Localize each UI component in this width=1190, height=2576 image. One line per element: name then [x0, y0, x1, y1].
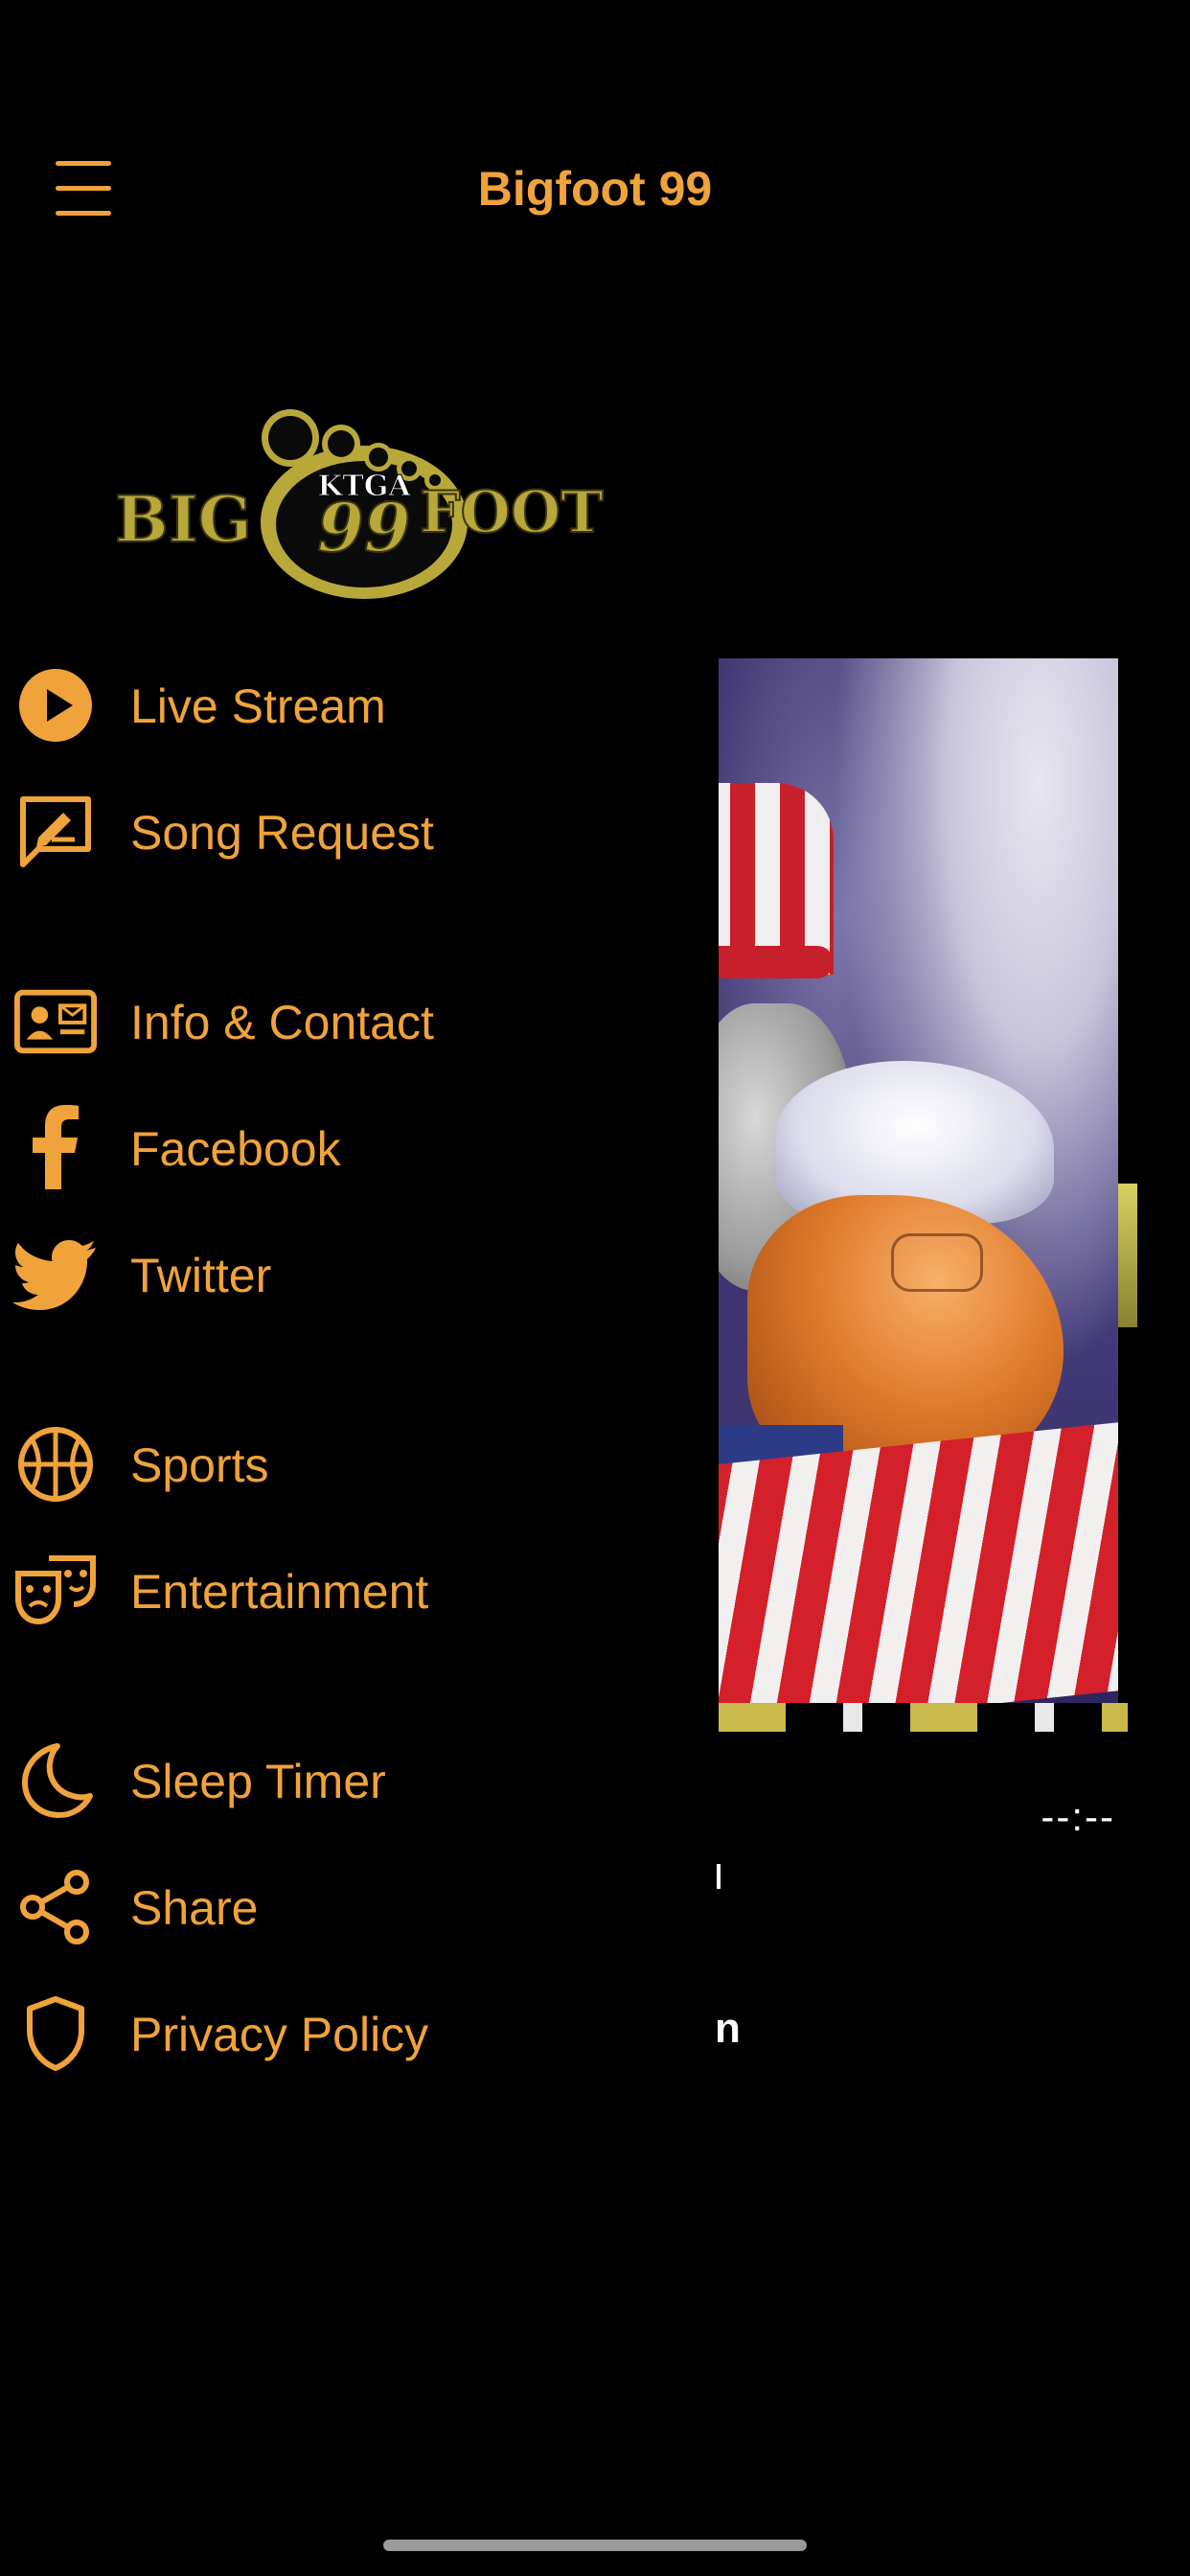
menu-item-privacy-policy[interactable]: Privacy Policy: [0, 1980, 690, 2085]
menu-item-label: Twitter: [130, 1249, 272, 1302]
menu-item-label: Entertainment: [130, 1565, 429, 1619]
menu-item-live-stream[interactable]: Live Stream: [0, 652, 690, 757]
menu-item-sleep-timer[interactable]: Sleep Timer: [0, 1727, 690, 1832]
menu-item-sports[interactable]: Sports: [0, 1411, 690, 1516]
moon-icon: [13, 1738, 98, 1823]
logo-big-text: BIG: [115, 482, 252, 557]
menu-item-share[interactable]: Share: [0, 1853, 690, 1959]
progress-marker: [717, 1864, 721, 1889]
logo-99-text: 99: [317, 488, 410, 567]
theater-masks-icon: [13, 1549, 98, 1633]
basketball-icon: [13, 1422, 98, 1506]
menu-item-info-contact[interactable]: Info & Contact: [0, 968, 690, 1073]
share-icon: [13, 1865, 98, 1949]
menu-item-label: Song Request: [130, 806, 434, 860]
shield-icon: [13, 1991, 98, 2076]
menu-item-entertainment[interactable]: Entertainment: [0, 1537, 690, 1643]
facebook-icon: [13, 1105, 98, 1190]
message-edit-icon: [13, 790, 98, 874]
menu-item-label: Facebook: [130, 1122, 341, 1176]
artwork-reflection: [719, 1703, 1128, 1732]
bigfoot-99-logo: KTGA BIG 99 FOOT: [113, 407, 630, 609]
home-indicator[interactable]: [383, 2540, 807, 2551]
logo-foot-text: FOOT: [420, 479, 604, 546]
artwork-edge: [1118, 1184, 1137, 1327]
menu-item-twitter[interactable]: Twitter: [0, 1221, 690, 1326]
menu-item-label: Info & Contact: [130, 996, 434, 1049]
playback-time: --:--: [1041, 1794, 1115, 1839]
play-circle-icon: [13, 663, 98, 748]
track-title-partial: n: [715, 2005, 741, 2052]
twitter-icon: [13, 1232, 98, 1317]
screen: Bigfoot 99 KTGA BIG 99 FOOT --:-- n Live…: [0, 0, 1190, 2576]
menu-item-label: Sleep Timer: [130, 1755, 386, 1808]
menu-item-label: Privacy Policy: [130, 2008, 429, 2061]
menu-item-song-request[interactable]: Song Request: [0, 778, 690, 884]
app-title: Bigfoot 99: [477, 162, 713, 216]
menu-item-label: Sports: [130, 1438, 269, 1492]
menu-item-facebook[interactable]: Facebook: [0, 1094, 690, 1200]
menu-item-label: Live Stream: [130, 679, 386, 733]
album-artwork: [719, 658, 1118, 1703]
menu-item-label: Share: [130, 1881, 259, 1935]
contact-card-icon: [13, 979, 98, 1064]
